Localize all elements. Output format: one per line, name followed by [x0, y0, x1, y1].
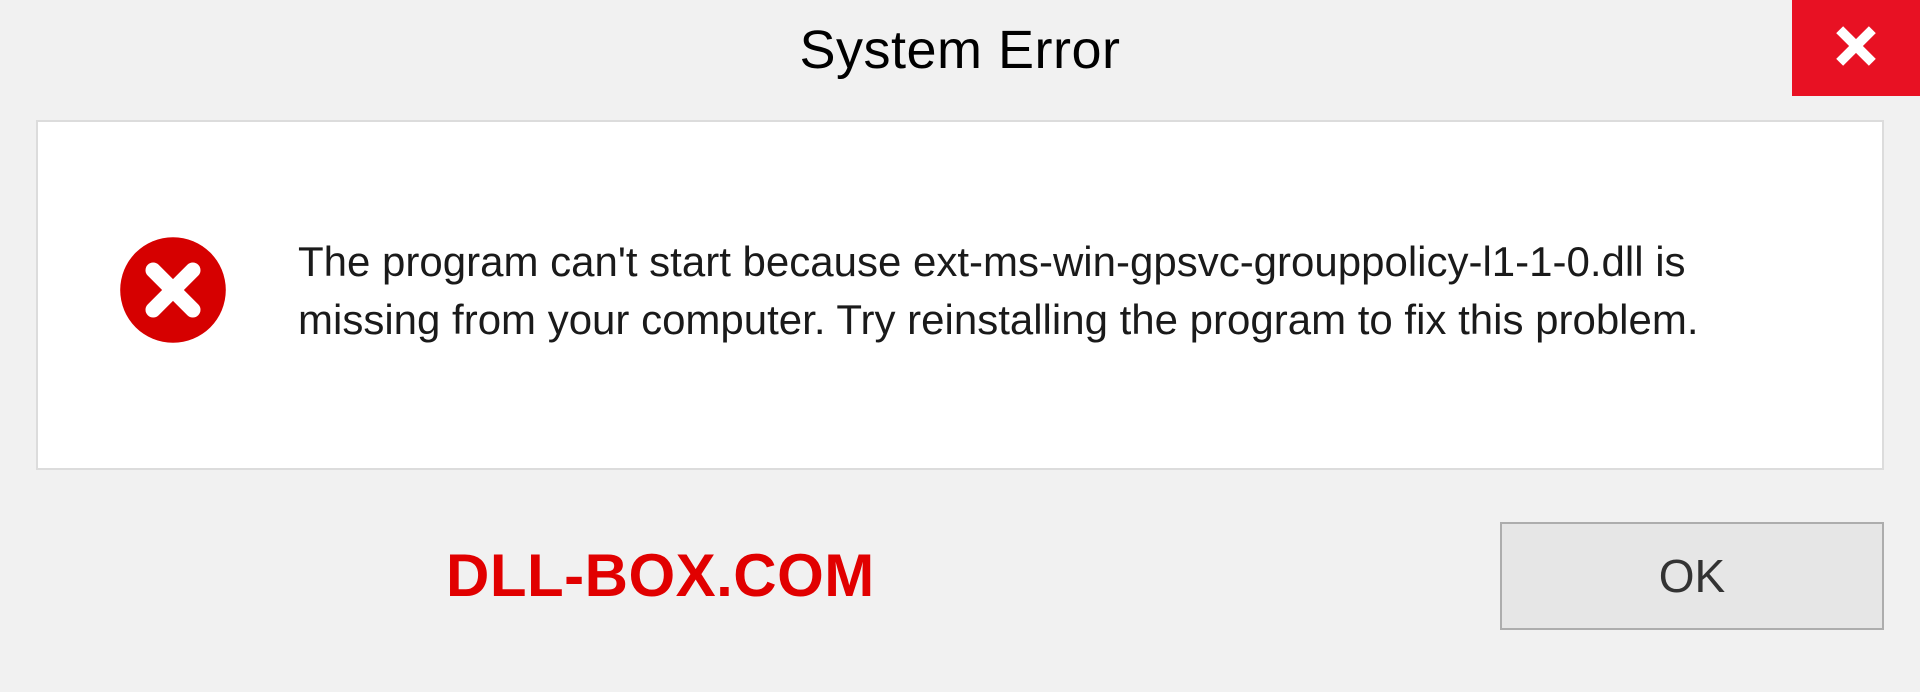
dialog-footer: DLL-BOX.COM OK — [0, 477, 1920, 692]
close-icon — [1828, 18, 1884, 79]
brand-watermark: DLL-BOX.COM — [446, 541, 875, 610]
dialog-title: System Error — [799, 19, 1120, 81]
ok-button[interactable]: OK — [1500, 522, 1884, 630]
error-message: The program can't start because ext-ms-w… — [298, 233, 1822, 349]
dialog-header: System Error — [0, 0, 1920, 100]
dialog-content: The program can't start because ext-ms-w… — [36, 120, 1884, 470]
error-icon — [118, 235, 228, 345]
close-button[interactable] — [1792, 0, 1920, 96]
